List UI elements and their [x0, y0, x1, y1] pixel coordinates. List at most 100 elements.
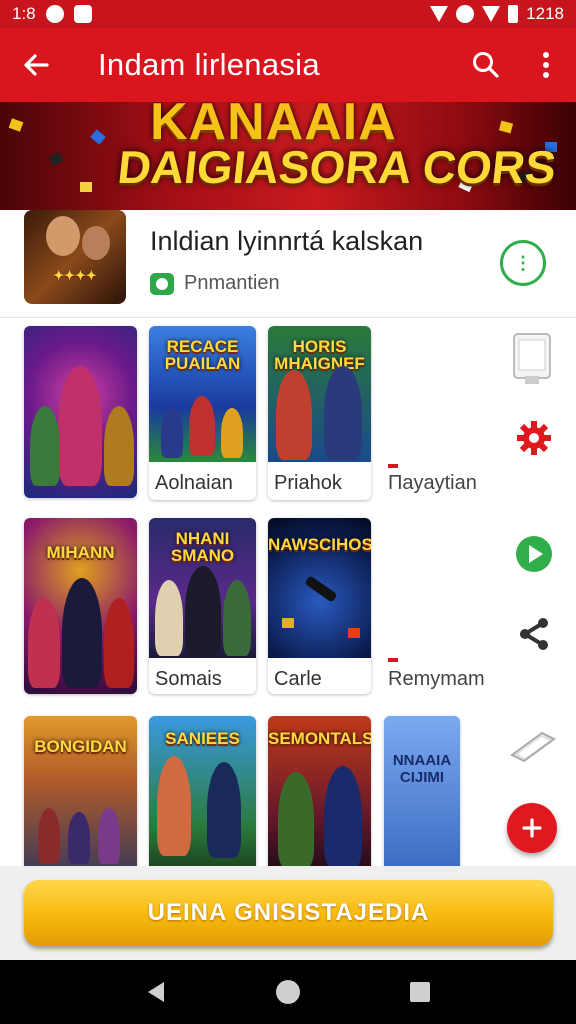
character-figure [221, 408, 243, 458]
game-art: SANIEES [149, 716, 256, 866]
app-name: Inldian lyinnrtá kalskan [150, 226, 424, 256]
more-options-button[interactable] [516, 28, 576, 102]
game-card[interactable]: SEMONTALS [268, 716, 371, 866]
search-icon [473, 52, 499, 78]
wifi-icon [430, 6, 449, 22]
confetti [348, 628, 360, 638]
system-nav-bar [0, 960, 576, 1024]
game-art: NHANI SMANO [149, 518, 256, 658]
side-category-label[interactable]: Remymam [388, 668, 485, 691]
notification-icon [45, 5, 64, 23]
game-art-title: NAWSCIHOS [268, 535, 371, 554]
search-button[interactable] [456, 28, 516, 102]
play-button[interactable] [514, 534, 554, 574]
character-figure [161, 408, 183, 458]
game-art-title: SEMONTALS [268, 729, 371, 748]
character-figure [324, 366, 362, 460]
character-figure [104, 598, 134, 688]
status-bar: 1:8 1218 [0, 0, 576, 28]
character-figure [207, 762, 241, 858]
nav-back-button[interactable] [136, 972, 176, 1012]
nav-home-button[interactable] [268, 972, 308, 1012]
game-object [304, 575, 338, 603]
character-face [46, 216, 80, 256]
confetti [90, 129, 106, 145]
game-card[interactable]: RECACE PUAILAN Aolnaian [149, 326, 256, 500]
download-button[interactable]: ⋮ [500, 240, 546, 286]
battery-icon [508, 5, 519, 23]
share-icon [520, 618, 548, 650]
recents-square-icon [410, 982, 430, 1002]
character-figure [62, 578, 102, 688]
character-figure [104, 406, 134, 486]
status-time: 1:8 [12, 4, 36, 23]
character-figure [185, 566, 221, 656]
game-title: Somais [155, 668, 222, 690]
character-figure [155, 580, 183, 656]
game-card[interactable]: MIHANN [24, 518, 137, 694]
notification-icon-2 [73, 5, 92, 23]
character-figure [28, 598, 60, 688]
confetti [8, 118, 24, 132]
tablet-button[interactable] [508, 726, 558, 766]
tablet-icon [510, 731, 556, 763]
game-card[interactable]: BONGIDAN [24, 716, 137, 866]
back-triangle-icon [148, 982, 164, 1002]
character-figure [157, 756, 191, 856]
download-circle-icon: ⋮ [514, 252, 532, 273]
confetti [282, 618, 294, 628]
more-vert-icon [543, 52, 549, 78]
phone-button[interactable] [510, 332, 554, 386]
game-art: HORIS MHAIGNEF [268, 326, 371, 462]
plus-icon [522, 818, 542, 838]
game-art-title: BONGIDAN [34, 737, 127, 756]
settings-button[interactable] [514, 418, 554, 458]
game-art: RECACE PUAILAN [149, 326, 256, 462]
confetti [48, 151, 64, 167]
app-subtitle-row: Pnmantien [150, 272, 280, 295]
game-art-title: NNAAIA CIJIMI [392, 752, 452, 786]
game-card[interactable] [24, 326, 137, 498]
shield-icon [456, 5, 475, 23]
game-art [24, 326, 137, 498]
game-card[interactable]: SANIEES [149, 716, 256, 866]
game-card[interactable]: HORIS MHAIGNEF Priahok [268, 326, 371, 500]
character-figure [68, 812, 90, 864]
game-card[interactable]: NHANI SMANO Somais [149, 518, 256, 694]
cta-button[interactable]: UEINA GNISISTAJEDIA [24, 880, 553, 946]
game-art-title: RECACE PUAILAN [164, 337, 241, 373]
status-clock: 1218 [526, 4, 564, 23]
gear-icon [517, 421, 551, 455]
share-button[interactable] [514, 614, 554, 654]
signal-icon [482, 6, 501, 22]
promo-banner[interactable]: KANAAIA DAIGIASORA CORS [0, 102, 576, 210]
back-arrow-icon [24, 54, 49, 76]
character-figure [324, 766, 362, 866]
confetti [80, 182, 92, 192]
game-card[interactable]: NNAAIA CIJIMI [384, 716, 460, 866]
game-art-title: NHANI SMANO [170, 529, 235, 565]
featured-app-row[interactable]: ✦✦✦✦ Inldian lyinnrtá kalskan Pnmantien … [0, 210, 576, 318]
game-art-title: MIHANN [46, 543, 115, 562]
page-title: Indam lirlenasia [98, 47, 320, 82]
app-bar: Indam lirlenasia [0, 28, 576, 102]
indicator-dot [388, 658, 398, 662]
nav-recents-button[interactable] [400, 972, 440, 1012]
confetti [498, 120, 514, 134]
add-fab-button[interactable] [507, 803, 557, 853]
game-art: BONGIDAN [24, 716, 137, 866]
game-art: SEMONTALS [268, 716, 371, 866]
side-category-label[interactable]: Паyaytian [388, 472, 477, 495]
character-figure [189, 396, 215, 456]
indicator-dot [388, 464, 398, 468]
banner-subheadline: DAIGIASORA CORS [115, 141, 559, 193]
character-figure [278, 772, 314, 866]
app-icon-logo: ✦✦✦✦ [53, 268, 97, 283]
character-figure [58, 366, 102, 486]
game-art: MIHANN [24, 518, 137, 694]
back-button[interactable] [0, 28, 72, 102]
home-circle-icon [276, 980, 300, 1004]
game-title: Carle [274, 668, 322, 690]
game-grid: RECACE PUAILAN Aolnaian HORIS MHAIGNEF P… [0, 318, 576, 866]
game-card[interactable]: NAWSCIHOS Carle [268, 518, 371, 694]
